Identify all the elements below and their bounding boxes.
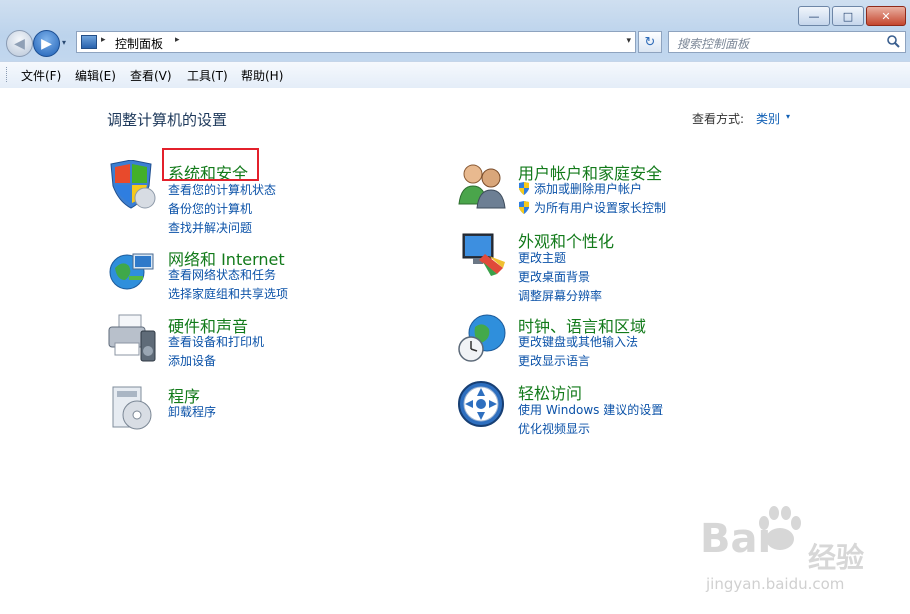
ease-of-access-icon [458, 381, 504, 427]
window-chrome: — □ ✕ ◀ ▶ ▾ ▸ 控制面板 ▸ ▾ ↻ 搜索控制面板 文件(F) 编辑… [0, 0, 910, 90]
link-homegroup[interactable]: 选择家庭组和共享选项 [168, 285, 288, 302]
clock-globe-icon [458, 314, 506, 362]
uac-shield-icon [519, 182, 529, 195]
link-devices-printers[interactable]: 查看设备和打印机 [168, 333, 264, 350]
menu-help[interactable]: 帮助(H) [241, 67, 283, 84]
maximize-button[interactable]: □ [832, 6, 864, 26]
page-title: 调整计算机的设置 [107, 111, 228, 129]
breadcrumb-separator-icon[interactable]: ▸ [101, 35, 106, 45]
window-controls: — □ ✕ [798, 6, 906, 26]
menu-file[interactable]: 文件(F) [21, 67, 61, 84]
link-uninstall-program[interactable]: 卸载程序 [168, 403, 216, 420]
link-view-computer-status[interactable]: 查看您的计算机状态 [168, 181, 276, 198]
category-hardware-sound: 硬件和声音 查看设备和打印机 添加设备 [107, 313, 407, 373]
search-icon[interactable] [886, 34, 900, 48]
programs-disc-icon [112, 386, 152, 430]
link-parental-controls[interactable]: 为所有用户设置家长控制 [518, 199, 666, 216]
category-clock-language-region: 时钟、语言和区域 更改键盘或其他输入法 更改显示语言 [457, 313, 787, 373]
close-button[interactable]: ✕ [866, 6, 906, 26]
view-by-label: 查看方式: [692, 112, 745, 126]
menu-grip [6, 67, 9, 82]
menu-edit[interactable]: 编辑(E) [75, 67, 116, 84]
link-backup-computer[interactable]: 备份您的计算机 [168, 200, 252, 217]
category-network-internet: 网络和 Internet 查看网络状态和任务 选择家庭组和共享选项 [107, 246, 407, 306]
address-dropdown-icon[interactable]: ▾ [626, 36, 631, 46]
back-button[interactable]: ◀ [6, 30, 33, 57]
baidu-watermark-url: jingyan.baidu.com [706, 575, 845, 593]
link-network-status[interactable]: 查看网络状态和任务 [168, 266, 276, 283]
link-add-remove-users[interactable]: 添加或删除用户帐户 [518, 180, 642, 197]
users-icon [458, 164, 506, 209]
control-panel-icon [81, 35, 97, 49]
link-screen-resolution[interactable]: 调整屏幕分辨率 [518, 287, 602, 304]
recent-pages-dropdown[interactable]: ▾ [62, 38, 66, 47]
menu-bar: 文件(F) 编辑(E) 查看(V) 工具(T) 帮助(H) [0, 61, 910, 89]
uac-shield-icon [519, 201, 529, 214]
link-troubleshoot[interactable]: 查找并解决问题 [168, 219, 252, 236]
link-add-device[interactable]: 添加设备 [168, 352, 216, 369]
breadcrumb-control-panel[interactable]: 控制面板 [115, 35, 163, 52]
refresh-button[interactable]: ↻ [638, 31, 662, 53]
link-label: 添加或删除用户帐户 [534, 182, 643, 196]
category-programs: 程序 卸载程序 [107, 383, 407, 433]
link-desktop-background[interactable]: 更改桌面背景 [518, 268, 590, 285]
chevron-down-icon[interactable]: ▾ [786, 112, 790, 121]
link-label: 为所有用户设置家长控制 [534, 201, 667, 215]
category-user-accounts: 用户帐户和家庭安全 添加或删除用户帐户 为所有用户设置家长控制 [457, 160, 787, 220]
control-panel-content: 调整计算机的设置 查看方式: 类别 ▾ 系统和安全 查看您的计算机状态 备份您的… [0, 88, 910, 614]
baidu-paw-icon [759, 506, 801, 550]
highlight-box [162, 148, 259, 181]
link-keyboard-input[interactable]: 更改键盘或其他输入法 [518, 333, 638, 350]
breadcrumb-separator-icon[interactable]: ▸ [175, 35, 180, 45]
monitor-palette-icon [462, 233, 505, 276]
printer-speaker-icon [108, 314, 156, 362]
shield-security-icon [110, 160, 156, 209]
address-bar[interactable]: ▸ 控制面板 ▸ ▾ [76, 31, 636, 53]
menu-view[interactable]: 查看(V) [130, 67, 172, 84]
category-appearance: 外观和个性化 更改主题 更改桌面背景 调整屏幕分辨率 [457, 228, 787, 303]
network-globe-icon [109, 253, 154, 290]
search-input[interactable]: 搜索控制面板 [668, 31, 906, 53]
link-windows-recommended-settings[interactable]: 使用 Windows 建议的设置 [518, 401, 663, 418]
menu-tools[interactable]: 工具(T) [187, 67, 228, 84]
navigation-bar: ◀ ▶ ▾ ▸ 控制面板 ▸ ▾ ↻ 搜索控制面板 [4, 29, 906, 57]
link-display-language[interactable]: 更改显示语言 [518, 352, 590, 369]
forward-button[interactable]: ▶ [33, 30, 60, 57]
view-by-dropdown[interactable]: 类别 [756, 110, 780, 127]
link-change-theme[interactable]: 更改主题 [518, 249, 566, 266]
baidu-watermark-suffix: 经验 [808, 541, 865, 574]
search-placeholder: 搜索控制面板 [677, 37, 750, 51]
link-optimize-visual-display[interactable]: 优化视频显示 [518, 420, 590, 437]
category-ease-of-access: 轻松访问 使用 Windows 建议的设置 优化视频显示 [457, 380, 787, 440]
minimize-button[interactable]: — [798, 6, 830, 26]
